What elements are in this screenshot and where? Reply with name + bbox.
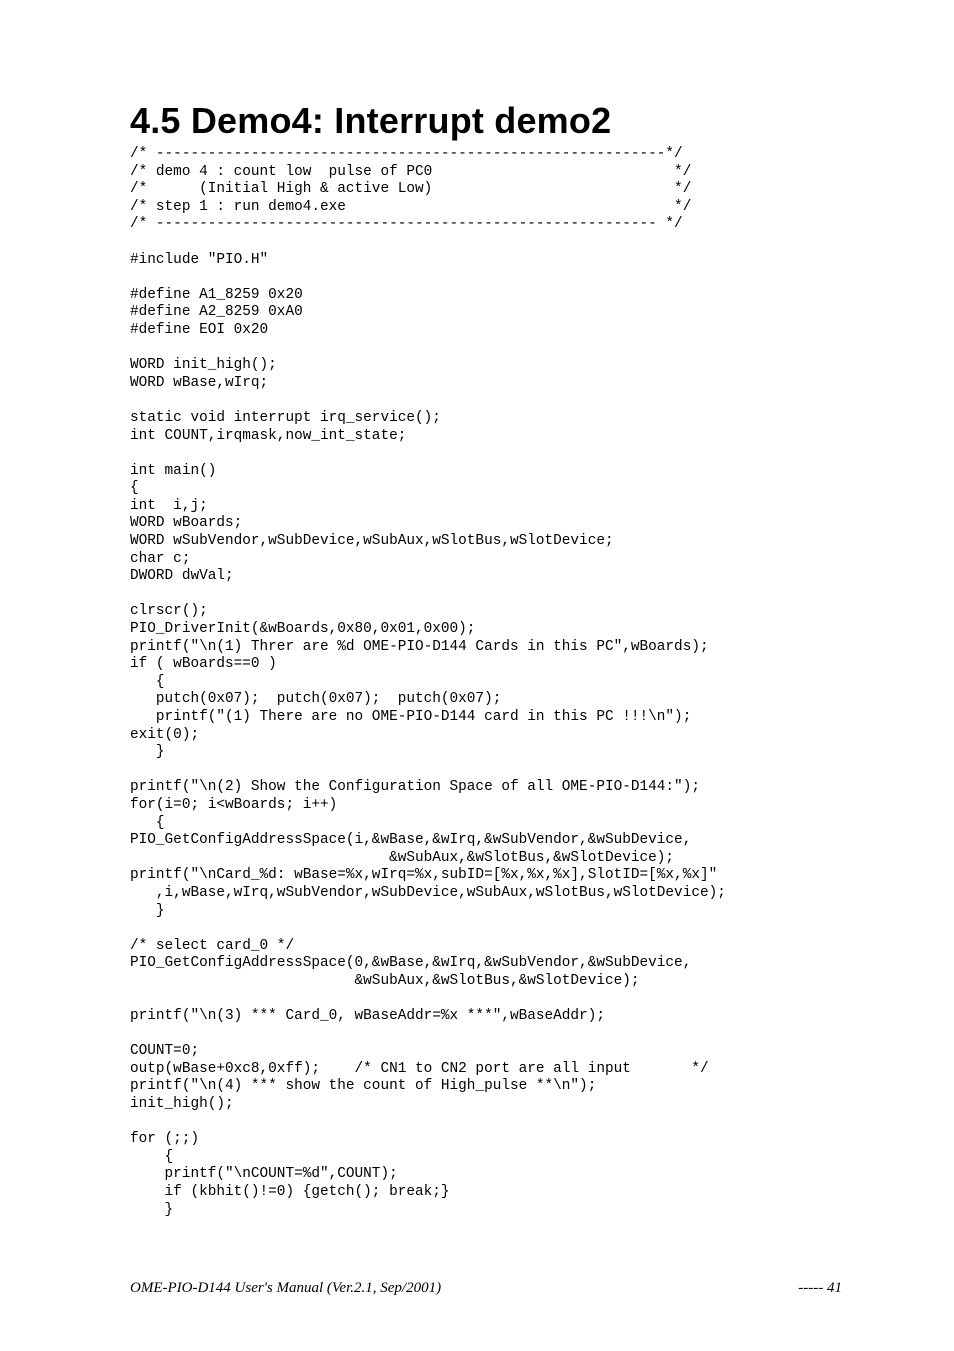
page: 4.5 Demo4: Interrupt demo2 /* ----------… <box>0 0 954 1351</box>
page-footer: OME-PIO-D144 User's Manual (Ver.2.1, Sep… <box>130 1280 842 1297</box>
section-heading: 4.5 Demo4: Interrupt demo2 <box>130 100 842 142</box>
footer-left: OME-PIO-D144 User's Manual (Ver.2.1, Sep… <box>130 1280 441 1297</box>
code-listing: /* -------------------------------------… <box>130 146 842 1219</box>
footer-right: ----- 41 <box>798 1280 842 1297</box>
